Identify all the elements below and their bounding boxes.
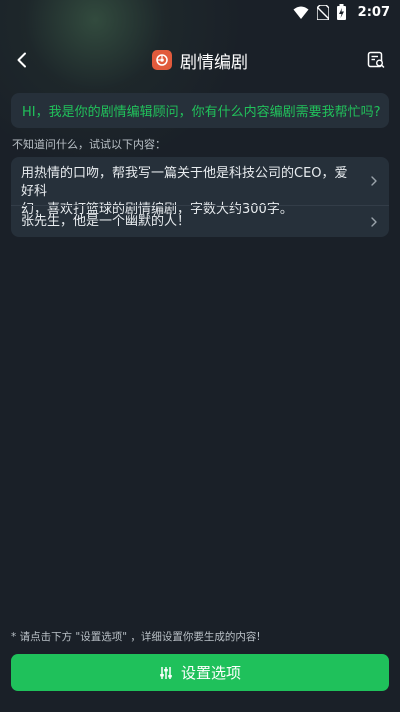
greeting-text: HI，我是你的剧情编辑顾问，你有什么内容编剧需要我帮忙吗? [22, 105, 381, 120]
settings-options-label: 设置选项 [180, 664, 241, 682]
suggestion-list: 用热情的口吻，帮我写一篇关于他是科技公司的CEO，爱好科 幻，喜欢打篮球的剧情编… [11, 157, 389, 237]
chevron-left-icon [17, 52, 26, 68]
history-search-icon [367, 51, 385, 68]
no-sim-icon [316, 4, 329, 20]
title-group: 剧情编剧 [152, 48, 248, 73]
status-bar: 2:07 [0, 0, 400, 24]
chevron-right-icon [371, 216, 377, 227]
battery-charging-icon [336, 4, 346, 20]
settings-options-button[interactable]: 设置选项 [11, 654, 389, 691]
status-time: 2:07 [357, 4, 390, 20]
suggestion-item[interactable]: 用热情的口吻，帮我写一篇关于他是科技公司的CEO，爱好科 幻，喜欢打篮球的剧情编… [11, 157, 389, 217]
suggestion-item[interactable]: 张先生，他是一个幽默的人！ [11, 205, 389, 237]
app-screen: 2:07 剧情编剧 HI，我是你的剧情编辑顾问，你有什么内容编剧需要我帮忙吗? … [0, 0, 400, 712]
page-title: 剧情编剧 [180, 52, 248, 73]
suggestion-text-line: 用热情的口吻，帮我写一篇关于他是科技公司的CEO，爱好科 [21, 166, 348, 199]
sliders-icon [160, 666, 172, 679]
history-button[interactable] [364, 48, 388, 72]
greeting-banner: HI，我是你的剧情编辑顾问，你有什么内容编剧需要我帮忙吗? [11, 93, 389, 128]
back-button[interactable] [10, 48, 34, 72]
drama-badge-icon [152, 50, 172, 70]
settings-hint: * 请点击下方 "设置选项" ，详细设置你要生成的内容! [11, 631, 261, 643]
suggestion-hint: 不知道问什么，试试以下内容： [12, 138, 166, 151]
chevron-right-icon [371, 176, 377, 186]
header: 剧情编剧 [0, 40, 400, 80]
wifi-icon [293, 6, 309, 19]
suggestion-text: 张先生，他是一个幽默的人！ [21, 213, 191, 229]
